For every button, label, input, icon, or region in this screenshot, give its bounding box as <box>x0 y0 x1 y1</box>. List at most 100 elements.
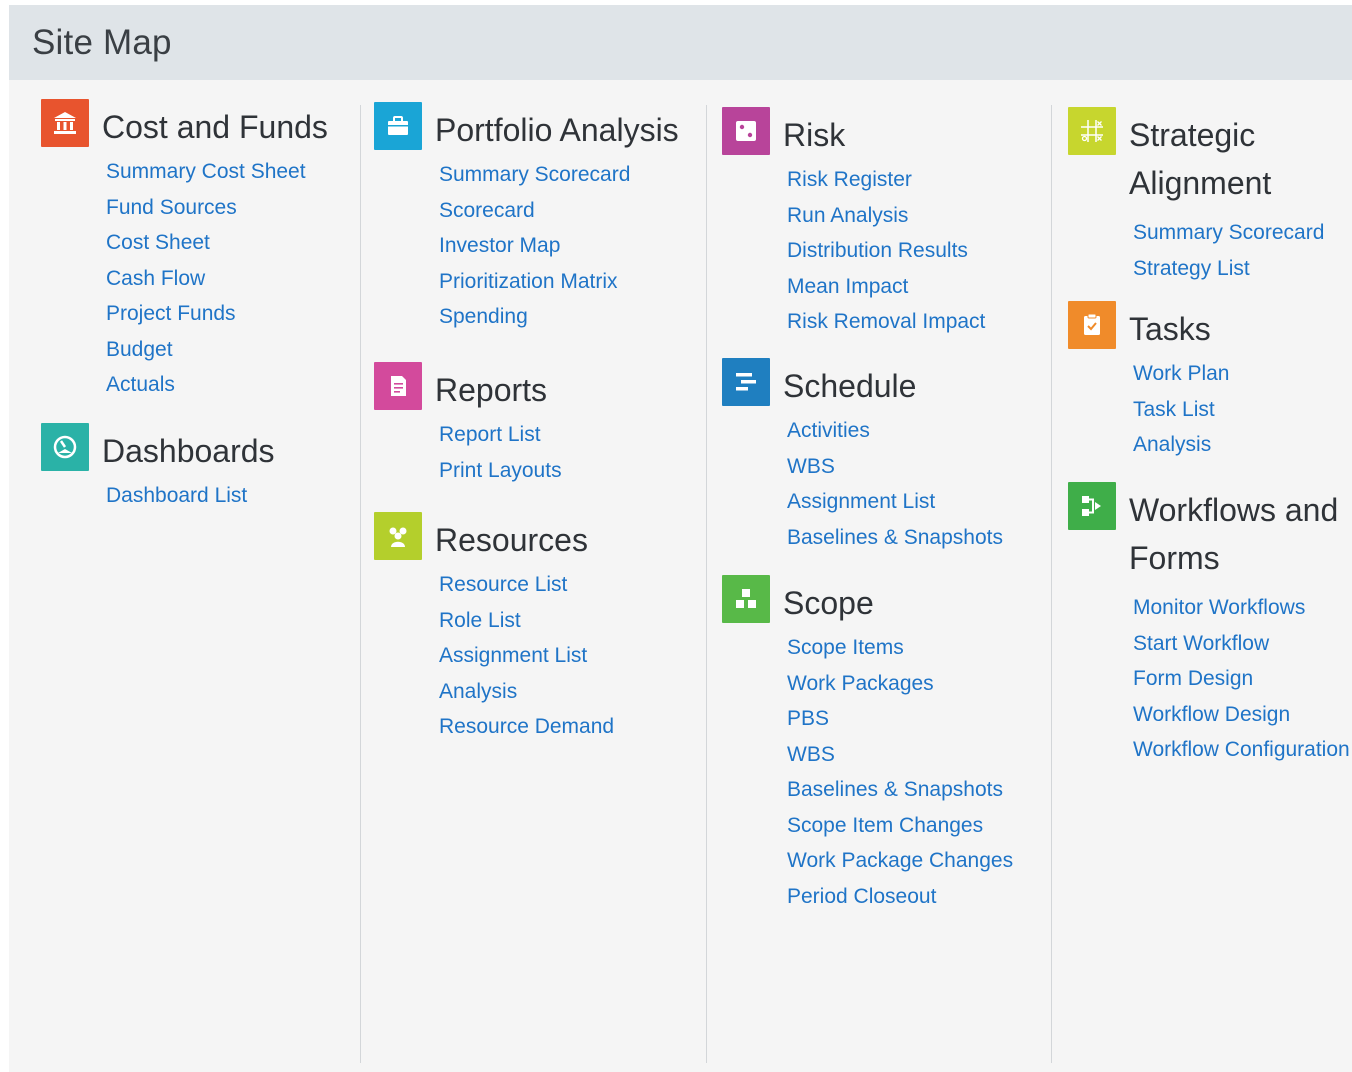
bank-icon <box>41 99 89 147</box>
section-tasks: Tasks Work Plan Task List Analysis <box>1068 301 1229 463</box>
sitemap-link-work-package-changes[interactable]: Work Package Changes <box>787 843 1013 879</box>
section-title: Schedule <box>783 368 917 404</box>
sitemap-link-mean-impact[interactable]: Mean Impact <box>787 269 985 305</box>
sitemap-link-prioritization-matrix[interactable]: Prioritization Matrix <box>439 264 630 300</box>
sitemap-link-workflow-design[interactable]: Workflow Design <box>1133 697 1350 733</box>
sitemap-link-strategy-list[interactable]: Strategy List <box>1133 251 1324 287</box>
dashboard-gauge-icon <box>41 423 89 471</box>
site-map-header: Site Map <box>9 5 1352 80</box>
section-header: Strategic Alignment <box>1068 107 1324 201</box>
section-resources: Resources Resource List Role List Assignmen… <box>374 512 614 745</box>
section-header: Schedule <box>722 358 1003 408</box>
sitemap-link-scope-item-changes[interactable]: Scope Item Changes <box>787 808 1013 844</box>
sitemap-link-scope-items[interactable]: Scope Items <box>787 630 1013 666</box>
section-header: Reports <box>374 362 562 412</box>
sitemap-link-assignment-list[interactable]: Assignment List <box>787 484 1003 520</box>
section-risk: Risk Risk Register Run Analysis Distributio… <box>722 107 985 340</box>
section-portfolio-analysis: Portfolio Analysis Summary Scorecard Score… <box>374 102 679 335</box>
sitemap-link-activities[interactable]: Activities <box>787 413 1003 449</box>
section-scope: Scope Scope Items Work Packages PBS WBS Basel… <box>722 575 1013 914</box>
sitemap-link-work-packages[interactable]: Work Packages <box>787 666 1013 702</box>
section-title: Cost and Funds <box>102 109 328 145</box>
sitemap-link-dashboard-list[interactable]: Dashboard List <box>106 478 247 514</box>
section-link-list: Activities WBS Assignment List Baselines & … <box>787 413 1003 555</box>
section-header: Scope <box>722 575 1013 625</box>
document-icon <box>374 362 422 410</box>
section-link-list: Dashboard List <box>106 478 247 514</box>
site-map-panel: Site Map Cost and Funds Summary Cost Shee… <box>9 5 1352 1072</box>
sitemap-link-period-closeout[interactable]: Period Closeout <box>787 879 1013 915</box>
section-header: Workflows and Forms <box>1068 482 1350 576</box>
sitemap-link-print-layouts[interactable]: Print Layouts <box>439 453 562 489</box>
sitemap-link-role-list[interactable]: Role List <box>439 603 614 639</box>
section-link-list: Report List Print Layouts <box>439 417 562 488</box>
section-schedule: Schedule Activities WBS Assignment List Base… <box>722 358 1003 555</box>
section-cost-and-funds: Cost and Funds Summary Cost Sheet Fund Sou… <box>41 99 328 403</box>
sitemap-link-wbs[interactable]: WBS <box>787 737 1013 773</box>
section-link-list: Work Plan Task List Analysis <box>1133 356 1229 463</box>
section-link-list: Summary Cost Sheet Fund Sources Cost Sheet… <box>106 154 306 403</box>
section-title: Dashboards <box>102 433 275 469</box>
sitemap-link-assignment-list[interactable]: Assignment List <box>439 638 614 674</box>
sitemap-link-form-design[interactable]: Form Design <box>1133 661 1350 697</box>
dice-icon <box>722 107 770 155</box>
sitemap-link-workflow-configuration[interactable]: Workflow Configuration <box>1133 732 1350 768</box>
tic-tac-toe-icon <box>1068 107 1116 155</box>
sitemap-link-actuals[interactable]: Actuals <box>106 367 306 403</box>
sitemap-link-summary-cost-sheet[interactable]: Summary Cost Sheet <box>106 154 306 190</box>
column-divider <box>1051 105 1052 1063</box>
section-header: Tasks <box>1068 301 1229 351</box>
briefcase-icon <box>374 102 422 150</box>
sitemap-link-resource-demand[interactable]: Resource Demand <box>439 709 614 745</box>
section-title: Reports <box>435 372 548 408</box>
hierarchy-blocks-icon <box>722 575 770 623</box>
gantt-icon <box>722 358 770 406</box>
sitemap-link-analysis[interactable]: Analysis <box>1133 427 1229 463</box>
sitemap-link-risk-register[interactable]: Risk Register <box>787 162 985 198</box>
sitemap-link-analysis[interactable]: Analysis <box>439 674 614 710</box>
sitemap-link-start-workflow[interactable]: Start Workflow <box>1133 626 1350 662</box>
section-header: Dashboards <box>41 423 275 473</box>
people-icon <box>374 512 422 560</box>
section-title: Strategic Alignment <box>1129 117 1272 201</box>
section-title: Resources <box>435 522 588 558</box>
clipboard-check-icon <box>1068 301 1116 349</box>
section-title: Portfolio Analysis <box>435 112 679 148</box>
sitemap-link-fund-sources[interactable]: Fund Sources <box>106 190 306 226</box>
sitemap-link-risk-removal-impact[interactable]: Risk Removal Impact <box>787 304 985 340</box>
sitemap-link-summary-scorecard[interactable]: Summary Scorecard <box>1133 215 1324 251</box>
sitemap-link-baselines-snapshots[interactable]: Baselines & Snapshots <box>787 772 1013 808</box>
column-divider <box>706 105 707 1063</box>
section-title: Tasks <box>1129 311 1211 347</box>
sitemap-link-run-analysis[interactable]: Run Analysis <box>787 198 985 234</box>
section-link-list: Summary Scorecard Strategy List <box>1133 215 1324 286</box>
sitemap-link-wbs[interactable]: WBS <box>787 449 1003 485</box>
sitemap-link-distribution-results[interactable]: Distribution Results <box>787 233 985 269</box>
section-strategic-alignment: Strategic Alignment Summary Scorecard Stra… <box>1068 107 1324 286</box>
sitemap-link-budget[interactable]: Budget <box>106 332 306 368</box>
sitemap-link-summary-scorecard[interactable]: Summary Scorecard <box>439 157 630 193</box>
sitemap-link-scorecard[interactable]: Scorecard <box>439 193 630 229</box>
page-title: Site Map <box>32 23 172 62</box>
sitemap-link-spending[interactable]: Spending <box>439 299 630 335</box>
sitemap-link-work-plan[interactable]: Work Plan <box>1133 356 1229 392</box>
workflow-icon <box>1068 482 1116 530</box>
section-reports: Reports Report List Print Layouts <box>374 362 562 488</box>
sitemap-link-pbs[interactable]: PBS <box>787 701 1013 737</box>
section-link-list: Resource List Role List Assignment List Ana… <box>439 567 614 745</box>
sitemap-link-task-list[interactable]: Task List <box>1133 392 1229 428</box>
section-header: Risk <box>722 107 985 157</box>
sitemap-link-cost-sheet[interactable]: Cost Sheet <box>106 225 306 261</box>
sitemap-link-resource-list[interactable]: Resource List <box>439 567 614 603</box>
section-link-list: Summary Scorecard Scorecard Investor Map Pr… <box>439 157 630 335</box>
sitemap-link-monitor-workflows[interactable]: Monitor Workflows <box>1133 590 1350 626</box>
sitemap-link-baselines-snapshots[interactable]: Baselines & Snapshots <box>787 520 1003 556</box>
sitemap-link-project-funds[interactable]: Project Funds <box>106 296 306 332</box>
section-header: Cost and Funds <box>41 99 328 149</box>
section-title: Workflows and Forms <box>1129 492 1339 576</box>
sitemap-link-investor-map[interactable]: Investor Map <box>439 228 630 264</box>
sitemap-link-cash-flow[interactable]: Cash Flow <box>106 261 306 297</box>
sitemap-link-report-list[interactable]: Report List <box>439 417 562 453</box>
section-workflows-and-forms: Workflows and Forms Monitor Workflows Star… <box>1068 482 1350 768</box>
section-header: Resources <box>374 512 614 562</box>
